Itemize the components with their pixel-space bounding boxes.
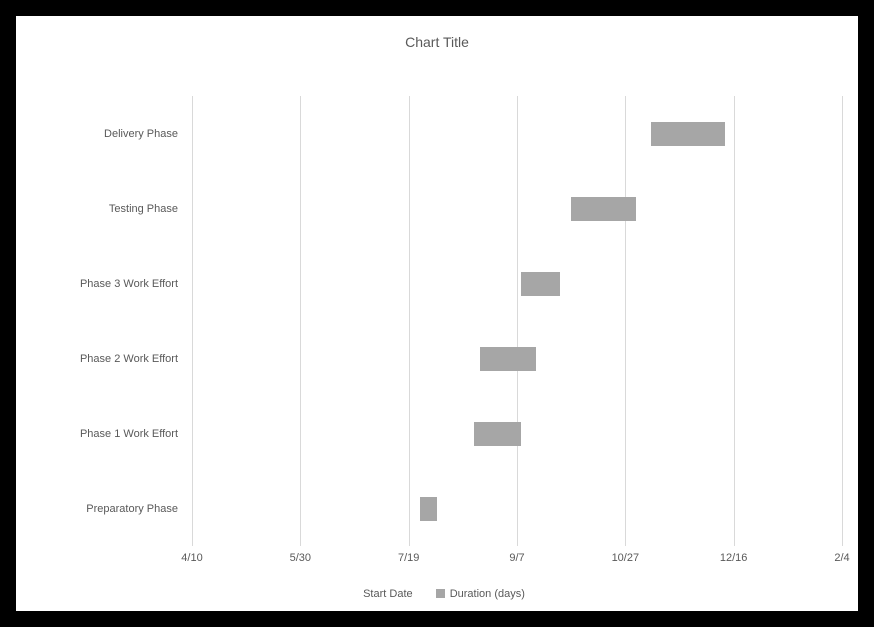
duration-bar xyxy=(571,197,636,221)
gridline xyxy=(625,96,626,546)
gridline xyxy=(300,96,301,546)
legend-item-duration: Duration (days) xyxy=(436,588,525,600)
legend-label: Start Date xyxy=(363,588,413,600)
legend-swatch-duration xyxy=(436,589,445,598)
chart-title: Chart Title xyxy=(16,34,858,50)
legend-item-start-date: Start Date xyxy=(349,588,413,600)
category-row: Phase 1 Work Effort xyxy=(192,422,842,446)
y-tick-label: Delivery Phase xyxy=(104,122,192,146)
gridline xyxy=(517,96,518,546)
x-tick-label: 12/16 xyxy=(720,552,748,564)
plot-area: 4/105/307/199/710/2712/162/4Delivery Pha… xyxy=(192,96,842,546)
category-row: Phase 2 Work Effort xyxy=(192,347,842,371)
y-tick-label: Phase 2 Work Effort xyxy=(80,347,192,371)
gridline xyxy=(192,96,193,546)
x-tick-label: 7/19 xyxy=(398,552,419,564)
x-tick-label: 9/7 xyxy=(509,552,524,564)
gridline xyxy=(734,96,735,546)
x-tick-label: 4/10 xyxy=(181,552,202,564)
y-tick-label: Preparatory Phase xyxy=(86,497,192,521)
chart-frame: Chart Title 4/105/307/199/710/2712/162/4… xyxy=(16,16,858,611)
y-tick-label: Testing Phase xyxy=(109,197,192,221)
gridline xyxy=(842,96,843,546)
y-tick-label: Phase 1 Work Effort xyxy=(80,422,192,446)
gridline xyxy=(409,96,410,546)
duration-bar xyxy=(474,422,522,446)
category-row: Testing Phase xyxy=(192,197,842,221)
x-tick-label: 5/30 xyxy=(290,552,311,564)
y-tick-label: Phase 3 Work Effort xyxy=(80,272,192,296)
duration-bar xyxy=(420,497,437,521)
category-row: Delivery Phase xyxy=(192,122,842,146)
legend-swatch-start-date xyxy=(349,589,358,598)
category-row: Phase 3 Work Effort xyxy=(192,272,842,296)
legend: Start Date Duration (days) xyxy=(16,588,858,602)
category-row: Preparatory Phase xyxy=(192,497,842,521)
x-tick-label: 10/27 xyxy=(612,552,640,564)
legend-label: Duration (days) xyxy=(450,588,525,600)
duration-bar xyxy=(521,272,560,296)
duration-bar xyxy=(651,122,725,146)
x-tick-label: 2/4 xyxy=(834,552,849,564)
duration-bar xyxy=(480,347,536,371)
